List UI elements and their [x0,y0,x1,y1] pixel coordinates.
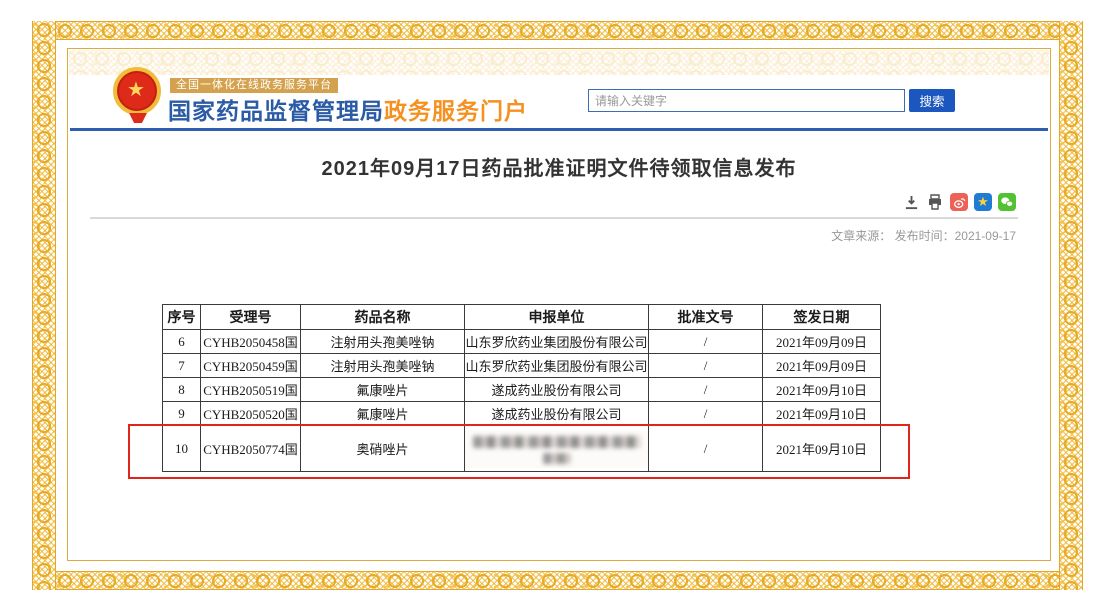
toolbar-divider [90,217,1018,219]
source-label: 文章来源： [831,229,891,243]
emblem-star-icon: ★ [112,70,160,110]
table-row: 6 CYHB2050458国 注射用头孢美唑钠 山东罗欣药业集团股份有限公司 /… [163,330,881,354]
emblem-ribbon [129,113,147,123]
col-header-seq: 序号 [163,305,201,330]
table-row-highlighted: 10 CYHB2050774国 奥硝唑片 / 2021年09月10日 [163,426,881,472]
certificate-border-left [32,21,56,590]
certificate-watermark-strip [69,50,1049,75]
page-title: 2021年09月17日药品批准证明文件待领取信息发布 [70,152,1048,181]
cell-acceptance-no: CYHB2050520国 [201,402,301,426]
cell-drug-name: 氟康唑片 [301,402,465,426]
certificate-border-right [1059,21,1083,590]
article-meta: 文章来源： 发布时间：2021-09-17 [831,227,1016,244]
search-input[interactable] [588,89,905,112]
header-divider [70,128,1048,131]
page: ★ 全国一体化在线政务服务平台 国家药品监督管理局政务服务门户 搜索 2021年… [0,0,1100,613]
site-title: 国家药品监督管理局政务服务门户 [168,92,528,126]
site-title-agency: 国家药品监督管理局 [168,98,384,124]
cell-applicant: 山东罗欣药业集团股份有限公司 [465,330,649,354]
publish-label: 发布时间： [895,229,955,243]
article-toolbar: ★ [902,193,1016,211]
cell-approval-no: / [649,330,763,354]
site-title-portal: 政务服务门户 [384,98,528,124]
publish-date: 2021-09-17 [955,229,1016,243]
cell-acceptance-no: CYHB2050458国 [201,330,301,354]
pending-documents-table: 序号 受理号 药品名称 申报单位 批准文号 签发日期 6 CYHB2050458… [162,304,881,472]
cell-applicant-redacted [465,426,649,472]
col-header-applicant: 申报单位 [465,305,649,330]
cell-acceptance-no: CYHB2050459国 [201,354,301,378]
certificate-border-top [32,21,1083,40]
col-header-acceptance-no: 受理号 [201,305,301,330]
table-row: 9 CYHB2050520国 氟康唑片 遂成药业股份有限公司 / 2021年09… [163,402,881,426]
cell-drug-name: 注射用头孢美唑钠 [301,330,465,354]
col-header-drug-name: 药品名称 [301,305,465,330]
weibo-share-icon[interactable] [950,193,968,211]
cell-seq: 10 [163,426,201,472]
col-header-issue-date: 签发日期 [763,305,881,330]
cell-issue-date: 2021年09月10日 [763,378,881,402]
cell-acceptance-no: CYHB2050519国 [201,378,301,402]
wechat-share-icon[interactable] [998,193,1016,211]
table-row: 7 CYHB2050459国 注射用头孢美唑钠 山东罗欣药业集团股份有限公司 /… [163,354,881,378]
table-row: 8 CYHB2050519国 氟康唑片 遂成药业股份有限公司 / 2021年09… [163,378,881,402]
certificate-border-bottom [32,571,1083,590]
cell-seq: 7 [163,354,201,378]
platform-badge: 全国一体化在线政务服务平台 [170,78,338,93]
cell-approval-no: / [649,426,763,472]
redacted-text-line [543,453,571,464]
cell-applicant: 遂成药业股份有限公司 [465,402,649,426]
cell-drug-name: 氟康唑片 [301,378,465,402]
national-emblem-logo: ★ [112,67,164,123]
cell-seq: 9 [163,402,201,426]
cell-seq: 6 [163,330,201,354]
cell-drug-name: 奥硝唑片 [301,426,465,472]
download-icon[interactable] [902,193,920,211]
qzone-share-icon[interactable]: ★ [974,193,992,211]
search-button[interactable]: 搜索 [909,89,955,112]
cell-acceptance-no: CYHB2050774国 [201,426,301,472]
cell-issue-date: 2021年09月10日 [763,402,881,426]
cell-applicant: 山东罗欣药业集团股份有限公司 [465,354,649,378]
redacted-text-line [473,436,641,448]
cell-seq: 8 [163,378,201,402]
cell-issue-date: 2021年09月10日 [763,426,881,472]
cell-applicant: 遂成药业股份有限公司 [465,378,649,402]
cell-issue-date: 2021年09月09日 [763,354,881,378]
cell-drug-name: 注射用头孢美唑钠 [301,354,465,378]
cell-approval-no: / [649,354,763,378]
table-header-row: 序号 受理号 药品名称 申报单位 批准文号 签发日期 [163,305,881,330]
print-icon[interactable] [926,193,944,211]
redacted-company-blur [465,430,648,468]
cell-approval-no: / [649,402,763,426]
col-header-approval-no: 批准文号 [649,305,763,330]
cell-issue-date: 2021年09月09日 [763,330,881,354]
cell-approval-no: / [649,378,763,402]
